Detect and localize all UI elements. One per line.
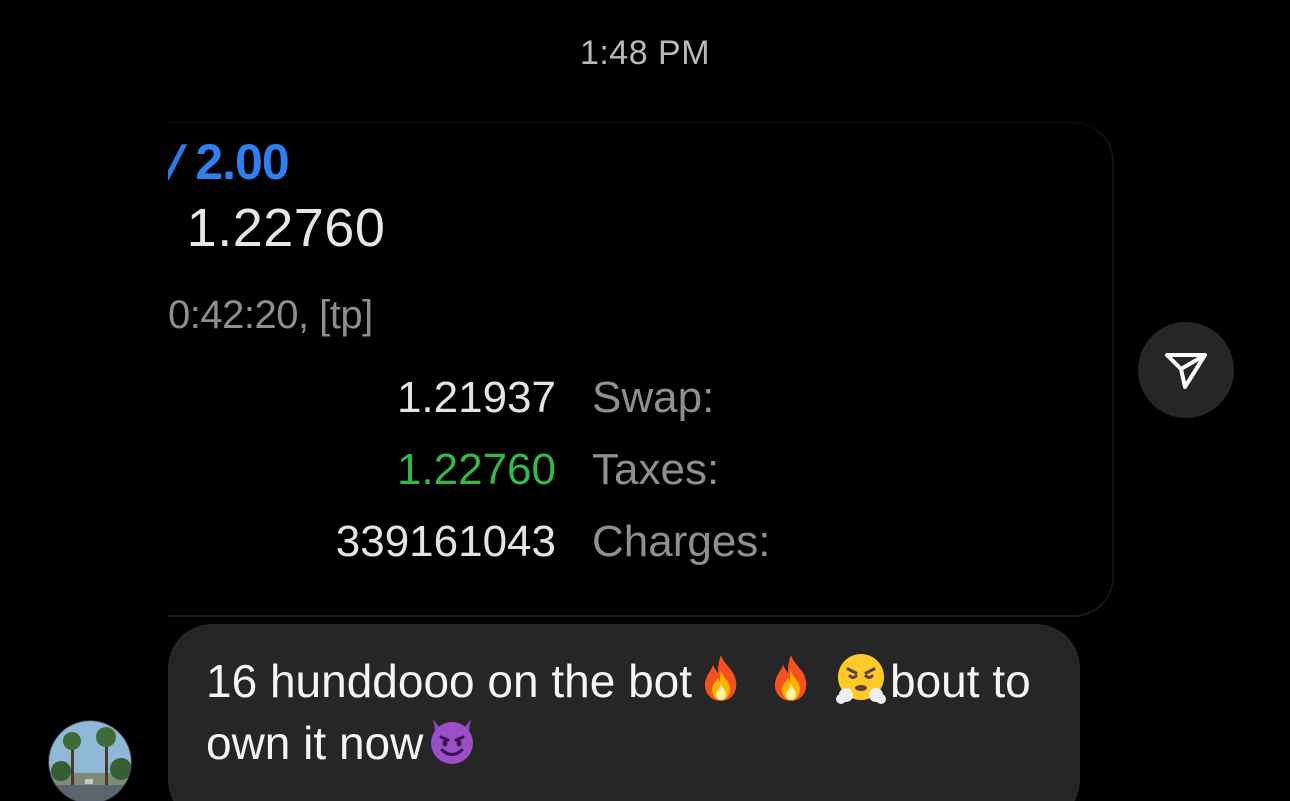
trade-price: · 1.22760 <box>168 197 385 259</box>
trade-row-value: 1.21937 <box>396 373 556 422</box>
share-button[interactable] <box>1138 322 1234 418</box>
message-timestamp: 1:48 PM <box>579 34 711 72</box>
chat-screen: 1:48 PM /2.00 · 1.22760 0:42:20, [tp] 1.2… <box>0 0 1290 801</box>
trade-row-label: Swap: <box>592 373 715 422</box>
send-icon <box>1165 353 1207 389</box>
fire-emoji-icon <box>774 655 807 701</box>
volume-value: 2.00 <box>195 134 289 190</box>
message-bubble[interactable]: 16 hunddooo on the bot bout to own it no… <box>168 624 1080 801</box>
steam-from-nose-emoji-icon <box>836 654 887 704</box>
trade-row-value: 339161043 <box>335 517 556 566</box>
shared-screenshot[interactable]: /2.00 · 1.22760 0:42:20, [tp] 1.21937 Swa… <box>168 122 1114 617</box>
message-text: 16 hunddooo on the bot bout to own it no… <box>206 650 1056 774</box>
trade-row: 339161043 Charges: <box>168 517 1068 577</box>
fire-emoji-icon <box>704 655 737 701</box>
trade-row-label: Charges: <box>592 517 771 566</box>
avatar[interactable] <box>48 720 132 801</box>
message-text-part1: 16 hunddooo on the bot <box>206 655 693 707</box>
palm-trees-photo-icon <box>49 721 131 801</box>
price-value: 1.22760 <box>186 198 386 258</box>
volume-prefix: / <box>168 137 190 190</box>
smiling-devil-emoji-icon <box>431 719 474 764</box>
price-prefix: · <box>168 230 169 252</box>
trade-volume: /2.00 <box>168 133 290 191</box>
trade-row: 1.22760 Taxes: <box>168 445 1068 505</box>
trade-time: 0:42:20, [tp] <box>168 293 373 337</box>
trade-row: 1.21937 Swap: <box>168 373 1068 433</box>
trade-row-value: 1.22760 <box>396 445 556 494</box>
trade-row-label: Taxes: <box>592 445 720 494</box>
